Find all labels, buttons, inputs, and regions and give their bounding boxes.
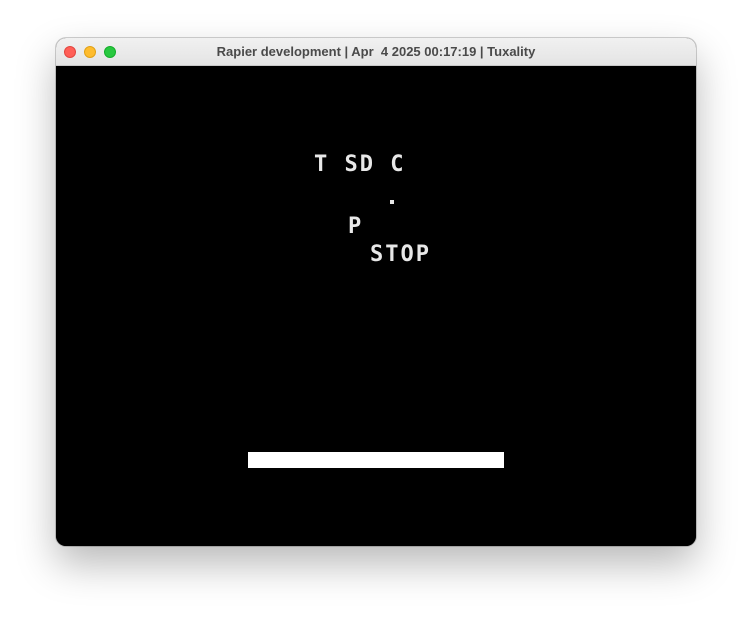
window-title: Rapier development | Apr 4 2025 00:17:19… [216,44,536,59]
player-paddle [248,452,504,468]
game-text-line-3: P [348,214,364,239]
app-window: Rapier development | Apr 4 2025 00:17:19… [56,38,696,546]
title-bar[interactable]: Rapier development | Apr 4 2025 00:17:19… [56,38,696,66]
game-text-stop: STOP [370,242,431,267]
game-canvas[interactable]: T SD C P STOP [56,66,696,546]
game-text-dot [390,200,394,204]
game-text-line-1: T SD C [314,152,406,177]
